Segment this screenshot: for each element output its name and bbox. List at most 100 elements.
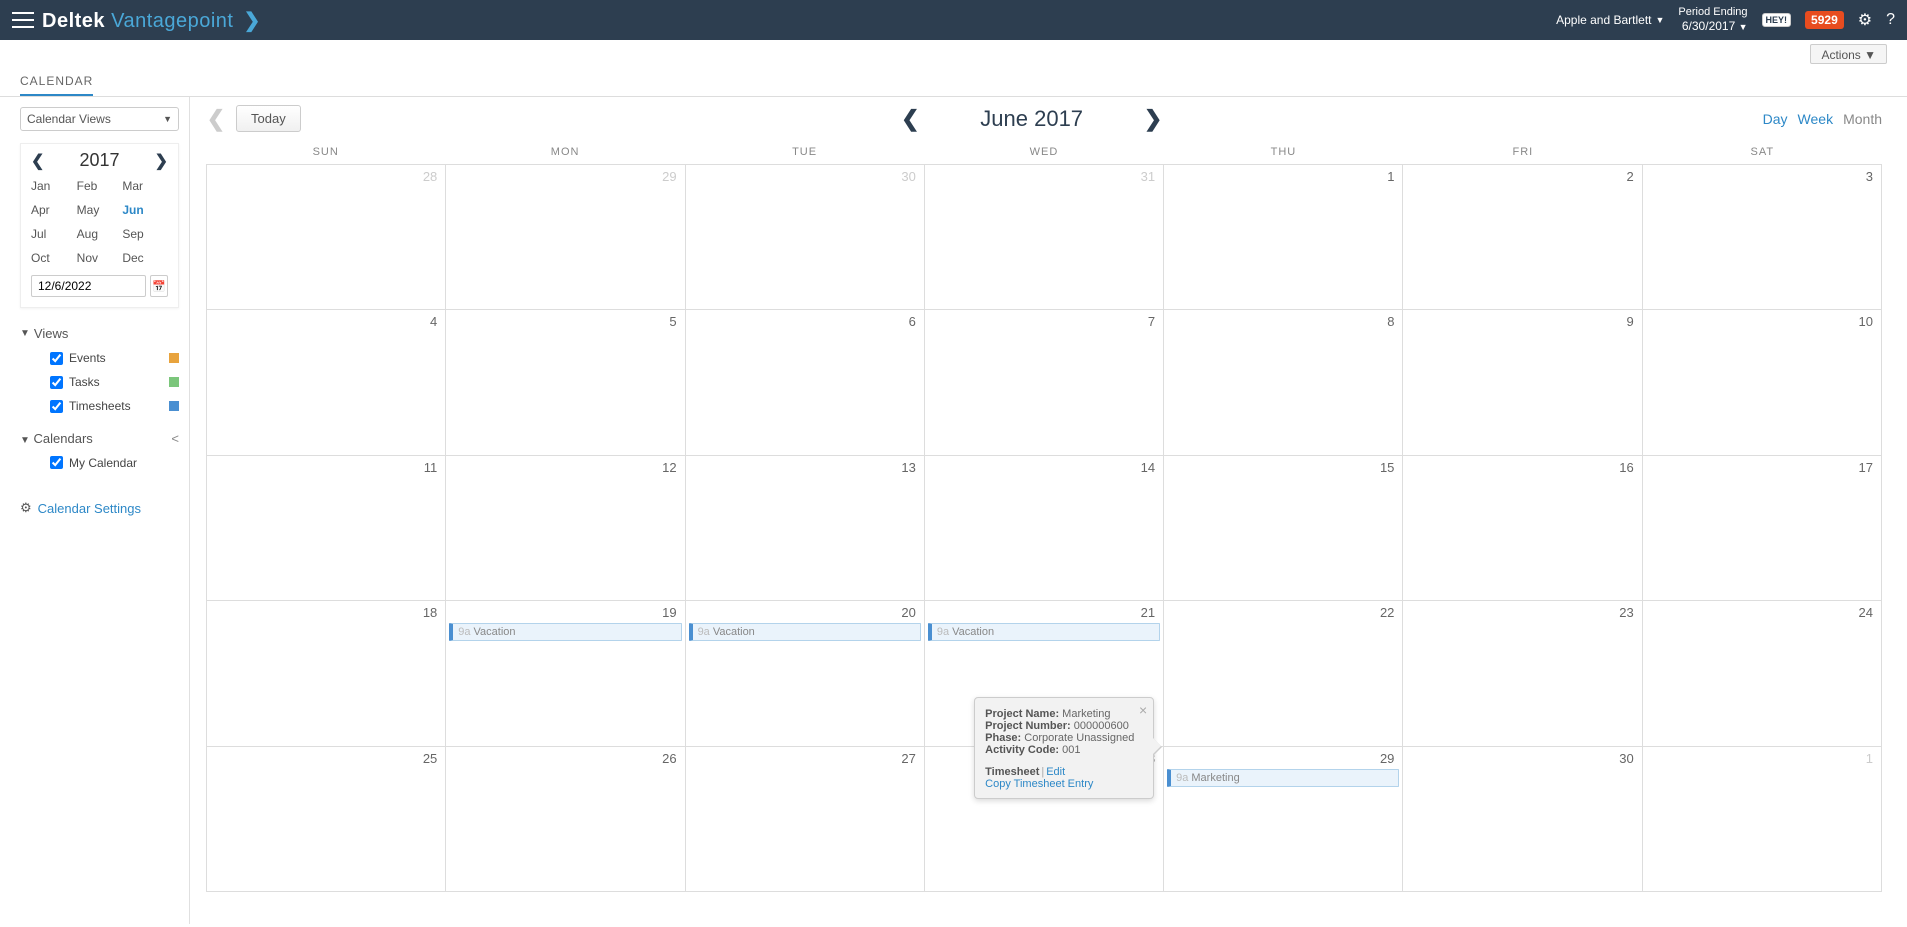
month-dec[interactable]: Dec: [122, 249, 168, 267]
year-prev-button[interactable]: ❮: [31, 151, 44, 171]
popup-phase-val: Corporate Unassigned: [1021, 732, 1134, 744]
calendar-event[interactable]: 9aVacation: [449, 623, 681, 641]
day-cell[interactable]: 30: [1403, 747, 1642, 891]
day-cell[interactable]: 16: [1403, 456, 1642, 600]
view-day[interactable]: Day: [1763, 111, 1788, 127]
period-date: 6/30/2017 ▼: [1678, 19, 1747, 33]
month-jul[interactable]: Jul: [31, 225, 77, 243]
day-cell[interactable]: 8: [1164, 310, 1403, 454]
month-prev-button[interactable]: ❮: [900, 106, 920, 132]
menu-icon[interactable]: [12, 12, 34, 28]
year-next-button[interactable]: ❯: [155, 151, 168, 171]
month-mar[interactable]: Mar: [122, 177, 168, 195]
dow-header: MON: [445, 140, 684, 164]
calendar-event[interactable]: 9aVacation: [689, 623, 921, 641]
month-feb[interactable]: Feb: [77, 177, 123, 195]
month-apr[interactable]: Apr: [31, 201, 77, 219]
chevron-down-icon: ▼: [1656, 15, 1665, 25]
day-cell[interactable]: 17: [1643, 456, 1882, 600]
month-title: June 2017: [980, 106, 1083, 132]
day-cell[interactable]: 30: [686, 165, 925, 309]
gear-icon[interactable]: ⚙: [1858, 10, 1872, 30]
day-cell[interactable]: 23: [1403, 601, 1642, 745]
popup-edit-link[interactable]: Edit: [1046, 766, 1065, 778]
popup-copy-link[interactable]: Copy Timesheet Entry: [985, 778, 1093, 790]
dow-header: THU: [1164, 140, 1403, 164]
my-calendar-checkbox[interactable]: [50, 456, 63, 469]
timesheets-checkbox[interactable]: [50, 400, 63, 413]
month-jun[interactable]: Jun: [122, 201, 168, 219]
actions-button[interactable]: Actions ▼: [1810, 44, 1887, 64]
day-cell[interactable]: 4: [207, 310, 446, 454]
month-next-button[interactable]: ❯: [1143, 106, 1163, 132]
events-checkbox[interactable]: [50, 352, 63, 365]
day-cell[interactable]: 5: [446, 310, 685, 454]
company-dropdown[interactable]: Apple and Bartlett ▼: [1556, 13, 1664, 27]
day-cell[interactable]: 299aMarketing: [1164, 747, 1403, 891]
tab-calendar[interactable]: CALENDAR: [20, 68, 93, 96]
period-dropdown[interactable]: Period Ending 6/30/2017 ▼: [1678, 6, 1747, 34]
date-input[interactable]: [31, 275, 146, 297]
close-icon[interactable]: ×: [1139, 702, 1147, 718]
popup-projnum-key: Project Number:: [985, 720, 1071, 732]
day-cell[interactable]: 12: [446, 456, 685, 600]
event-popup: × Project Name: Marketing Project Number…: [974, 697, 1154, 799]
view-month[interactable]: Month: [1843, 111, 1882, 127]
day-cell[interactable]: 10: [1643, 310, 1882, 454]
hey-badge[interactable]: HEY!: [1762, 13, 1792, 27]
month-nov[interactable]: Nov: [77, 249, 123, 267]
day-cell[interactable]: 1: [1164, 165, 1403, 309]
calendars-section-header[interactable]: ▼ Calendars <: [20, 431, 179, 446]
brand-text-2: Vantagepoint: [111, 10, 233, 32]
day-number: 23: [1619, 605, 1633, 620]
calendar-picker-icon[interactable]: 📅: [150, 275, 168, 297]
day-cell[interactable]: 22: [1164, 601, 1403, 745]
month-aug[interactable]: Aug: [77, 225, 123, 243]
notification-badge[interactable]: 5929: [1805, 11, 1844, 29]
view-week[interactable]: Week: [1798, 111, 1834, 127]
share-icon[interactable]: <: [171, 431, 179, 446]
day-cell[interactable]: 27: [686, 747, 925, 891]
tasks-checkbox[interactable]: [50, 376, 63, 389]
month-jan[interactable]: Jan: [31, 177, 77, 195]
calendar-event[interactable]: 9aMarketing: [1167, 769, 1399, 787]
day-cell[interactable]: 7: [925, 310, 1164, 454]
events-color-swatch: [169, 353, 179, 363]
calendar-event[interactable]: 9aVacation: [928, 623, 1160, 641]
day-cell[interactable]: 29: [446, 165, 685, 309]
help-icon[interactable]: ?: [1886, 11, 1895, 29]
day-cell[interactable]: 1: [1643, 747, 1882, 891]
day-cell[interactable]: 24: [1643, 601, 1882, 745]
calendars-header-label: Calendars: [34, 431, 93, 446]
month-sep[interactable]: Sep: [122, 225, 168, 243]
day-cell[interactable]: 13: [686, 456, 925, 600]
day-cell[interactable]: 18: [207, 601, 446, 745]
day-cell[interactable]: 15: [1164, 456, 1403, 600]
calendar-views-select[interactable]: Calendar Views ▼: [20, 107, 179, 131]
month-may[interactable]: May: [77, 201, 123, 219]
day-cell[interactable]: 3: [1643, 165, 1882, 309]
my-calendar-label: My Calendar: [69, 456, 137, 470]
calendar-content: ❮ Today ❮ June 2017 ❯ Day Week Month SUN…: [190, 97, 1907, 924]
views-header-label: Views: [34, 326, 68, 341]
day-cell[interactable]: 9: [1403, 310, 1642, 454]
day-cell[interactable]: 31: [925, 165, 1164, 309]
day-cell[interactable]: 11: [207, 456, 446, 600]
views-section-header[interactable]: ▼ Views: [20, 326, 179, 341]
day-number: 30: [901, 169, 915, 184]
today-button[interactable]: Today: [236, 105, 301, 132]
day-cell[interactable]: 26: [446, 747, 685, 891]
day-number: 16: [1619, 460, 1633, 475]
sidebar: Calendar Views ▼ ❮ 2017 ❯ JanFebMarAprMa…: [0, 97, 190, 924]
day-cell[interactable]: 28: [207, 165, 446, 309]
day-cell[interactable]: 14: [925, 456, 1164, 600]
month-oct[interactable]: Oct: [31, 249, 77, 267]
day-cell[interactable]: 2: [1403, 165, 1642, 309]
day-cell[interactable]: 25: [207, 747, 446, 891]
brand-logo[interactable]: Deltek Vantagepoint ❯: [42, 8, 261, 33]
day-cell[interactable]: 6: [686, 310, 925, 454]
day-cell[interactable]: 209aVacation: [686, 601, 925, 745]
calendar-settings-link[interactable]: ⚙ Calendar Settings: [20, 500, 179, 516]
day-cell[interactable]: 199aVacation: [446, 601, 685, 745]
day-number: 7: [1148, 314, 1155, 329]
